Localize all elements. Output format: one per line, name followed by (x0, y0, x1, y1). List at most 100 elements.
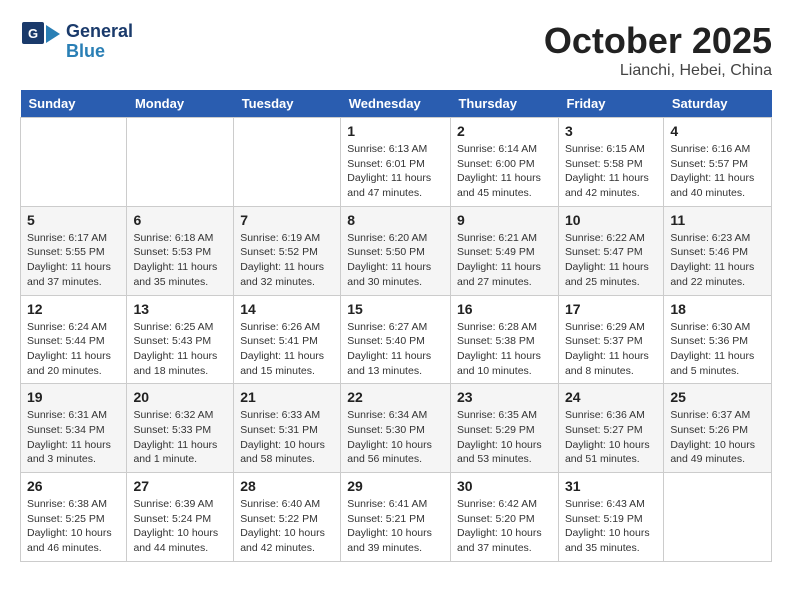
day-number: 21 (240, 389, 334, 405)
day-number: 28 (240, 478, 334, 494)
day-number: 13 (133, 301, 227, 317)
day-info: Sunrise: 6:23 AM Sunset: 5:46 PM Dayligh… (670, 231, 765, 290)
day-info: Sunrise: 6:13 AM Sunset: 6:01 PM Dayligh… (347, 142, 444, 201)
day-number: 26 (27, 478, 120, 494)
calendar-cell: 4 Sunrise: 6:16 AM Sunset: 5:57 PM Daylig… (664, 118, 772, 207)
day-number: 3 (565, 123, 657, 139)
day-number: 5 (27, 212, 120, 228)
day-of-week-header: Thursday (450, 90, 558, 118)
calendar-cell: 23Sunrise: 6:35 AM Sunset: 5:29 PM Dayli… (450, 384, 558, 473)
calendar-cell: 5 Sunrise: 6:17 AM Sunset: 5:55 PM Daylig… (21, 206, 127, 295)
calendar-cell: 10Sunrise: 6:22 AM Sunset: 5:47 PM Dayli… (558, 206, 663, 295)
calendar-cell: 31 Sunrise: 6:43 AM Sunset: 5:19 PM Dayli… (558, 473, 663, 562)
calendar-cell: 28Sunrise: 6:40 AM Sunset: 5:22 PM Dayli… (234, 473, 341, 562)
day-info: Sunrise: 6:36 AM Sunset: 5:27 PM Dayligh… (565, 408, 657, 467)
day-info: Sunrise: 6:20 AM Sunset: 5:50 PM Dayligh… (347, 231, 444, 290)
calendar-body: 1Sunrise: 6:13 AM Sunset: 6:01 PM Daylig… (21, 118, 772, 562)
day-number: 27 (133, 478, 227, 494)
day-number: 17 (565, 301, 657, 317)
calendar-cell: 17 Sunrise: 6:29 AM Sunset: 5:37 PM Dayli… (558, 295, 663, 384)
calendar-cell: 8 Sunrise: 6:20 AM Sunset: 5:50 PM Daylig… (341, 206, 451, 295)
day-info: Sunrise: 6:24 AM Sunset: 5:44 PM Dayligh… (27, 320, 120, 379)
day-number: 31 (565, 478, 657, 494)
day-number: 29 (347, 478, 444, 494)
logo-line1: General (66, 22, 133, 42)
calendar-cell: 30 Sunrise: 6:42 AM Sunset: 5:20 PM Dayli… (450, 473, 558, 562)
calendar-cell: 19 Sunrise: 6:31 AM Sunset: 5:34 PM Dayli… (21, 384, 127, 473)
calendar-week-row: 12 Sunrise: 6:24 AM Sunset: 5:44 PM Dayli… (21, 295, 772, 384)
logo: G General Blue (20, 20, 133, 64)
calendar-cell: 9 Sunrise: 6:21 AM Sunset: 5:49 PM Daylig… (450, 206, 558, 295)
calendar-cell: 13 Sunrise: 6:25 AM Sunset: 5:43 PM Dayli… (127, 295, 234, 384)
day-info: Sunrise: 6:16 AM Sunset: 5:57 PM Dayligh… (670, 142, 765, 201)
day-number: 16 (457, 301, 552, 317)
day-info: Sunrise: 6:38 AM Sunset: 5:25 PM Dayligh… (27, 497, 120, 556)
day-number: 11 (670, 212, 765, 228)
calendar-cell (234, 118, 341, 207)
page-header: G General Blue October 2025 Lianchi, Heb… (20, 20, 772, 80)
day-info: Sunrise: 6:19 AM Sunset: 5:52 PM Dayligh… (240, 231, 334, 290)
day-info: Sunrise: 6:37 AM Sunset: 5:26 PM Dayligh… (670, 408, 765, 467)
day-of-week-header: Saturday (664, 90, 772, 118)
calendar-cell: 22 Sunrise: 6:34 AM Sunset: 5:30 PM Dayli… (341, 384, 451, 473)
day-number: 9 (457, 212, 552, 228)
title-block: October 2025 Lianchi, Hebei, China (544, 20, 772, 80)
calendar-cell: 6Sunrise: 6:18 AM Sunset: 5:53 PM Daylig… (127, 206, 234, 295)
svg-text:G: G (28, 26, 38, 41)
calendar-week-row: 1Sunrise: 6:13 AM Sunset: 6:01 PM Daylig… (21, 118, 772, 207)
day-number: 2 (457, 123, 552, 139)
day-of-week-header: Tuesday (234, 90, 341, 118)
day-info: Sunrise: 6:33 AM Sunset: 5:31 PM Dayligh… (240, 408, 334, 467)
day-info: Sunrise: 6:26 AM Sunset: 5:41 PM Dayligh… (240, 320, 334, 379)
day-info: Sunrise: 6:42 AM Sunset: 5:20 PM Dayligh… (457, 497, 552, 556)
day-of-week-header: Monday (127, 90, 234, 118)
calendar-cell: 20Sunrise: 6:32 AM Sunset: 5:33 PM Dayli… (127, 384, 234, 473)
calendar-cell: 27 Sunrise: 6:39 AM Sunset: 5:24 PM Dayli… (127, 473, 234, 562)
day-number: 22 (347, 389, 444, 405)
calendar-cell: 24 Sunrise: 6:36 AM Sunset: 5:27 PM Dayli… (558, 384, 663, 473)
day-info: Sunrise: 6:39 AM Sunset: 5:24 PM Dayligh… (133, 497, 227, 556)
day-info: Sunrise: 6:29 AM Sunset: 5:37 PM Dayligh… (565, 320, 657, 379)
day-number: 19 (27, 389, 120, 405)
calendar-cell: 12 Sunrise: 6:24 AM Sunset: 5:44 PM Dayli… (21, 295, 127, 384)
day-info: Sunrise: 6:43 AM Sunset: 5:19 PM Dayligh… (565, 497, 657, 556)
calendar-cell: 3Sunrise: 6:15 AM Sunset: 5:58 PM Daylig… (558, 118, 663, 207)
calendar-cell: 18 Sunrise: 6:30 AM Sunset: 5:36 PM Dayli… (664, 295, 772, 384)
day-info: Sunrise: 6:41 AM Sunset: 5:21 PM Dayligh… (347, 497, 444, 556)
day-number: 18 (670, 301, 765, 317)
day-number: 25 (670, 389, 765, 405)
day-number: 24 (565, 389, 657, 405)
calendar-cell: 11 Sunrise: 6:23 AM Sunset: 5:46 PM Dayli… (664, 206, 772, 295)
calendar-cell: 14Sunrise: 6:26 AM Sunset: 5:41 PM Dayli… (234, 295, 341, 384)
calendar-cell: 16 Sunrise: 6:28 AM Sunset: 5:38 PM Dayli… (450, 295, 558, 384)
month-title: October 2025 (544, 20, 772, 62)
day-info: Sunrise: 6:31 AM Sunset: 5:34 PM Dayligh… (27, 408, 120, 467)
day-info: Sunrise: 6:28 AM Sunset: 5:38 PM Dayligh… (457, 320, 552, 379)
calendar-week-row: 5 Sunrise: 6:17 AM Sunset: 5:55 PM Daylig… (21, 206, 772, 295)
day-number: 12 (27, 301, 120, 317)
day-info: Sunrise: 6:14 AM Sunset: 6:00 PM Dayligh… (457, 142, 552, 201)
day-info: Sunrise: 6:27 AM Sunset: 5:40 PM Dayligh… (347, 320, 444, 379)
day-number: 10 (565, 212, 657, 228)
calendar-cell: 29 Sunrise: 6:41 AM Sunset: 5:21 PM Dayli… (341, 473, 451, 562)
calendar-week-row: 26 Sunrise: 6:38 AM Sunset: 5:25 PM Dayli… (21, 473, 772, 562)
day-info: Sunrise: 6:17 AM Sunset: 5:55 PM Dayligh… (27, 231, 120, 290)
logo-line2: Blue (66, 42, 133, 62)
day-number: 30 (457, 478, 552, 494)
day-number: 15 (347, 301, 444, 317)
day-info: Sunrise: 6:21 AM Sunset: 5:49 PM Dayligh… (457, 231, 552, 290)
calendar-cell: 2 Sunrise: 6:14 AM Sunset: 6:00 PM Daylig… (450, 118, 558, 207)
logo-icon: G (20, 20, 64, 64)
calendar-cell: 7Sunrise: 6:19 AM Sunset: 5:52 PM Daylig… (234, 206, 341, 295)
calendar-cell (664, 473, 772, 562)
day-info: Sunrise: 6:30 AM Sunset: 5:36 PM Dayligh… (670, 320, 765, 379)
day-info: Sunrise: 6:18 AM Sunset: 5:53 PM Dayligh… (133, 231, 227, 290)
day-info: Sunrise: 6:25 AM Sunset: 5:43 PM Dayligh… (133, 320, 227, 379)
calendar-cell: 21 Sunrise: 6:33 AM Sunset: 5:31 PM Dayli… (234, 384, 341, 473)
day-number: 8 (347, 212, 444, 228)
calendar-cell (21, 118, 127, 207)
day-number: 4 (670, 123, 765, 139)
day-info: Sunrise: 6:34 AM Sunset: 5:30 PM Dayligh… (347, 408, 444, 467)
location: Lianchi, Hebei, China (544, 62, 772, 80)
day-of-week-header: Wednesday (341, 90, 451, 118)
